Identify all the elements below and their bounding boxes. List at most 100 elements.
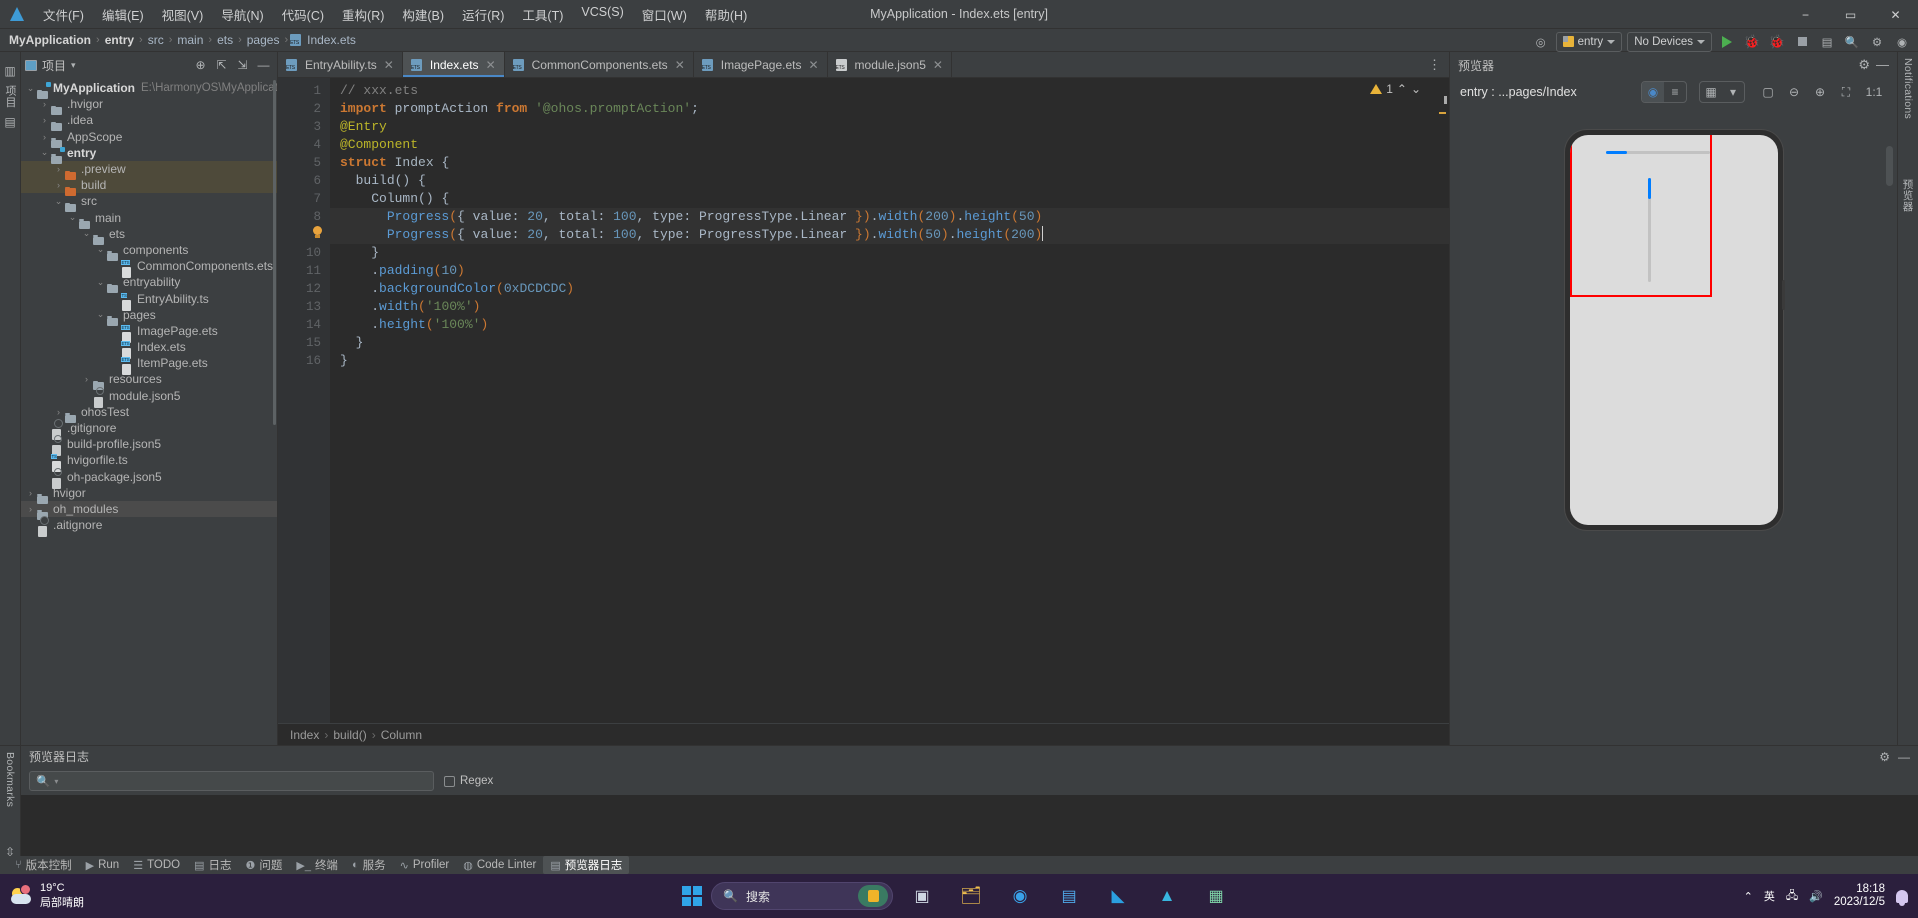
tree-item-buildprofilejson5[interactable]: build-profile.json5: [21, 435, 277, 457]
menu-bar[interactable]: 文件(F) 编辑(E) 视图(V) 导航(N) 代码(C) 重构(R) 构建(B…: [34, 1, 756, 28]
store-icon[interactable]: ▤: [1052, 879, 1086, 913]
tool-window-codelinter[interactable]: ◍ Code Linter: [456, 858, 543, 873]
project-tree[interactable]: ⌄ MyApplication E:\HarmonyOS\MyApplicatio ›…: [21, 78, 277, 745]
chevron-right-icon[interactable]: ›: [39, 115, 50, 125]
menu-item-navigate[interactable]: 导航(N): [212, 1, 272, 28]
taskbar-search[interactable]: 🔍 搜索: [711, 882, 893, 910]
tree-scrollbar[interactable]: [273, 80, 276, 425]
stop-button[interactable]: [1792, 32, 1812, 51]
tree-item-build[interactable]: › build: [21, 177, 277, 197]
chevron-right-icon[interactable]: ›: [25, 504, 36, 514]
tree-item-hvigor[interactable]: › .hvigor: [21, 96, 277, 116]
tool-window-todo[interactable]: ☰ TODO: [126, 858, 187, 873]
next-problem-icon[interactable]: ⌄: [1411, 82, 1421, 96]
bell-icon[interactable]: [1896, 889, 1908, 906]
chevron-right-icon[interactable]: ›: [39, 132, 50, 142]
module-selector[interactable]: entry: [1555, 31, 1623, 52]
chevron-down-icon[interactable]: ⌄: [95, 309, 106, 320]
chevron-right-icon[interactable]: ›: [53, 164, 64, 174]
log-search-input[interactable]: 🔍 ▾: [29, 771, 434, 791]
frame-icon[interactable]: ▢: [1757, 82, 1779, 102]
hide-panel-icon[interactable]: —: [254, 56, 273, 75]
tree-item-itempageets[interactable]: ItemPage.ets: [21, 355, 277, 376]
code-editor[interactable]: 1 2 3 4 5 6 7 8 9 10 11 12 13 14 15 16 // xxx.ets import…: [278, 78, 1449, 723]
breadcrumb-item-file[interactable]: Index.ets: [304, 33, 359, 47]
chevron-down-icon[interactable]: ⌄: [95, 277, 106, 288]
editor-tab-imagepageets[interactable]: ImagePage.ets ✕: [694, 52, 828, 77]
code-line[interactable]: .height('100%'): [330, 316, 1449, 334]
tool-window-[interactable]: ▤ 日志: [187, 856, 238, 874]
sidebar-item-previewer[interactable]: 预览器: [1901, 179, 1916, 211]
menu-item-refactor[interactable]: 重构(R): [333, 1, 393, 28]
code-line[interactable]: .backgroundColor(0xDCDCDC): [330, 280, 1449, 298]
tree-item-ohpackagejson5[interactable]: oh-package.json5: [21, 467, 277, 489]
collapse-all-icon[interactable]: ⇱: [212, 56, 231, 75]
tool-window-run[interactable]: ▶ Run: [79, 858, 127, 873]
sidebar-item-notifications[interactable]: Notifications: [1902, 58, 1914, 119]
log-settings-icon[interactable]: ⚙: [1879, 750, 1890, 764]
close-tab-icon[interactable]: ✕: [486, 58, 496, 72]
regex-checkbox[interactable]: [444, 775, 455, 787]
zoom-out-icon[interactable]: ⊖: [1783, 82, 1805, 102]
chevron-right-icon[interactable]: ›: [53, 407, 64, 417]
code-line[interactable]: import promptAction from '@ohos.promptAc…: [330, 100, 1449, 118]
editor-tab-indexets[interactable]: Index.ets ✕: [402, 52, 505, 77]
chevron-down-icon[interactable]: ⌄: [95, 244, 106, 255]
layers-icon[interactable]: ≡: [1664, 82, 1686, 102]
tree-item-src[interactable]: ⌄ src: [21, 193, 277, 213]
structure-item-struct[interactable]: Index: [290, 728, 319, 742]
menu-item-edit[interactable]: 编辑(E): [93, 1, 153, 28]
tool-window-[interactable]: ◐ 服务: [345, 856, 393, 874]
inspector-icon[interactable]: ◉: [1642, 82, 1664, 102]
chevron-down-icon[interactable]: ⌄: [53, 196, 64, 207]
chevron-right-icon[interactable]: ›: [25, 488, 36, 498]
tool-window-[interactable]: ▶_ 终端: [289, 856, 345, 874]
tool-window-[interactable]: ❶ 问题: [238, 856, 289, 874]
code-line[interactable]: }: [330, 334, 1449, 352]
layout-icon[interactable]: ▤: [1817, 32, 1837, 51]
ime-indicator[interactable]: 英: [1764, 888, 1775, 904]
file-explorer-icon[interactable]: 🗂: [954, 879, 988, 913]
chevron-right-icon[interactable]: ›: [53, 180, 64, 190]
tree-item-ohostest[interactable]: › ohosTest: [21, 404, 277, 423]
device-screen[interactable]: [1569, 135, 1778, 525]
zoom-in-icon[interactable]: ⊕: [1809, 82, 1831, 102]
tabs-more-icon[interactable]: ⋮: [1420, 52, 1449, 77]
account-icon[interactable]: ◉: [1892, 32, 1912, 51]
previewer-hide-icon[interactable]: —: [1876, 57, 1889, 73]
edge-icon[interactable]: ◉: [1003, 879, 1037, 913]
menu-item-file[interactable]: 文件(F): [34, 1, 93, 28]
tool-window-[interactable]: ▤ 预览器日志: [543, 856, 630, 874]
chevron-right-icon[interactable]: ›: [39, 99, 50, 109]
tree-item-entry[interactable]: ⌄ entry: [21, 145, 277, 164]
chevron-down-icon[interactable]: ▾: [1722, 82, 1744, 102]
network-icon[interactable]: 🖧: [1786, 887, 1798, 906]
attach-debugger-button[interactable]: 🐞: [1767, 32, 1787, 51]
taskbar-clock[interactable]: 18:18 2023/12/5: [1834, 883, 1885, 909]
menu-item-run[interactable]: 运行(R): [453, 1, 513, 28]
tree-item-components[interactable]: ⌄ components: [21, 242, 277, 261]
vscode-icon[interactable]: ◣: [1101, 879, 1135, 913]
debug-button[interactable]: 🐞: [1742, 32, 1762, 51]
windows-start-icon[interactable]: [682, 886, 702, 906]
search-icon[interactable]: 🔍: [1842, 32, 1862, 51]
tree-item-commoncomponentsets[interactable]: CommonComponents.ets: [21, 258, 277, 279]
intention-bulb-icon[interactable]: [312, 226, 323, 239]
code-line[interactable]: .width('100%'): [330, 298, 1449, 316]
locate-icon[interactable]: ⊕: [191, 56, 210, 75]
tool-window-profiler[interactable]: ∿ Profiler: [393, 858, 457, 873]
project-tool-icon[interactable]: ▥: [2, 63, 18, 79]
fit-screen-icon[interactable]: ⛶: [1835, 82, 1857, 102]
editor-tab-entryabilityts[interactable]: EntryAbility.ts ✕: [278, 52, 403, 77]
code-line[interactable]: build() {: [330, 172, 1449, 190]
structure-item-column[interactable]: Column: [381, 728, 422, 742]
close-tab-icon[interactable]: ✕: [808, 58, 818, 72]
inspection-widget[interactable]: 1 ⌃ ⌄: [1370, 82, 1421, 96]
deveco-icon[interactable]: ▲: [1150, 879, 1184, 913]
log-search-field[interactable]: [62, 775, 427, 787]
code-line[interactable]: @Component: [330, 136, 1449, 154]
code-line[interactable]: struct Index {: [330, 154, 1449, 172]
sidebar-item-project[interactable]: 项目: [2, 85, 18, 107]
menu-item-view[interactable]: 视图(V): [153, 1, 213, 28]
tree-item-gitignore[interactable]: .gitignore: [21, 419, 277, 441]
